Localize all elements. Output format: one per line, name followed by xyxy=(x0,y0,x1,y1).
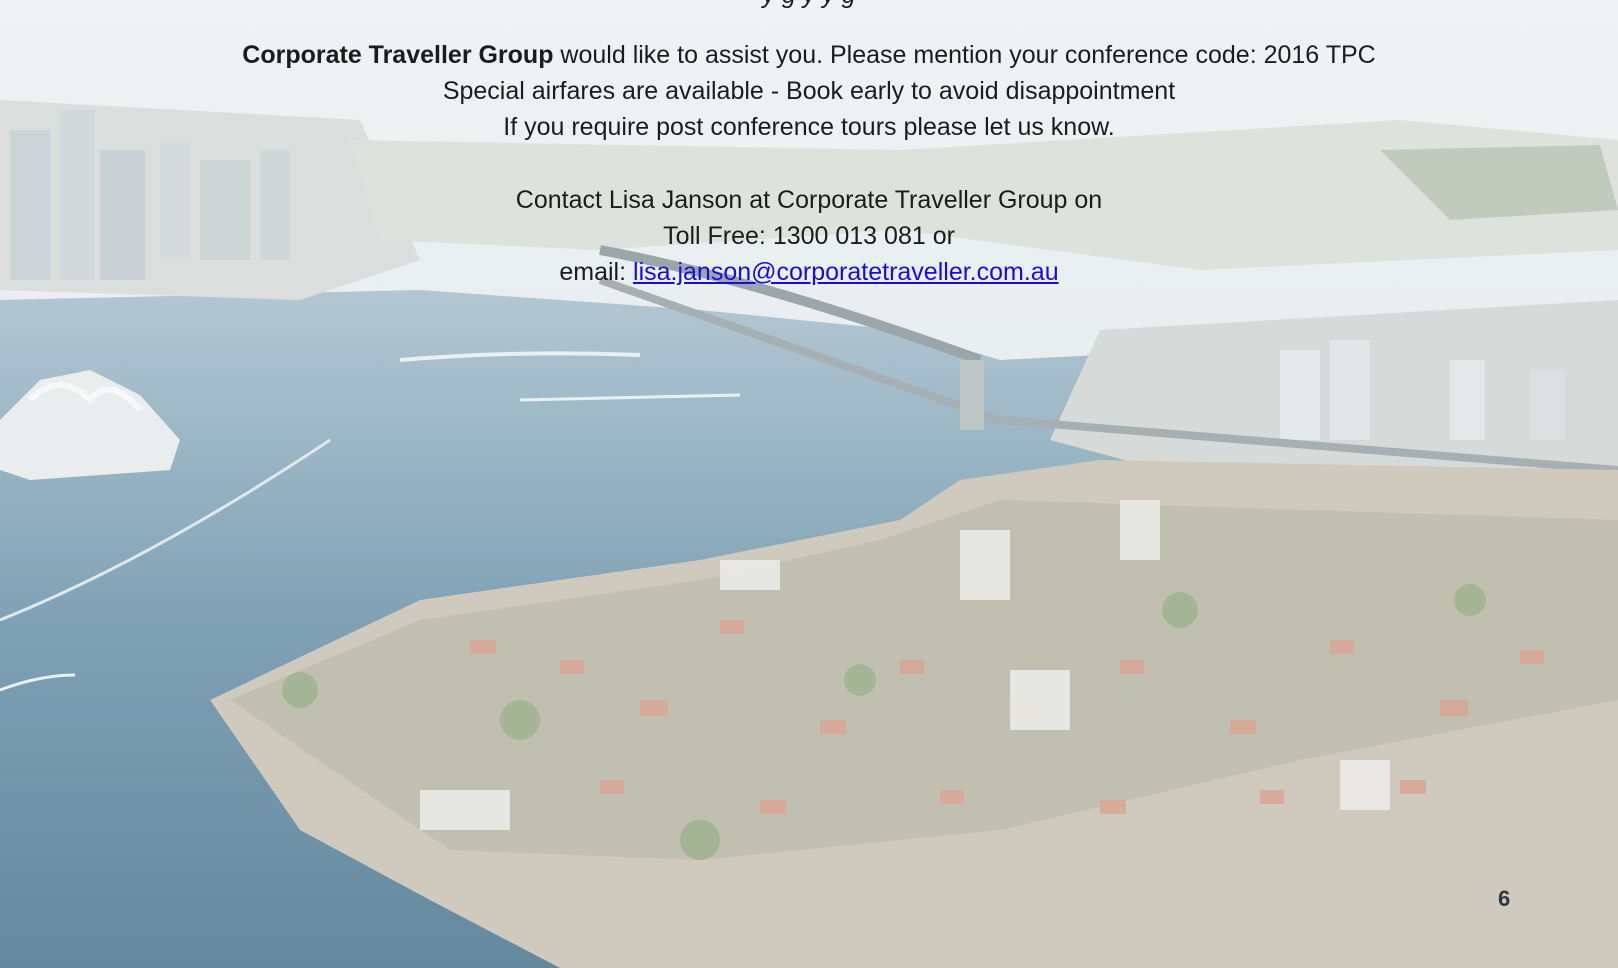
assist-line: Corporate Traveller Group would like to … xyxy=(0,40,1618,70)
email-label: email: xyxy=(559,258,634,286)
company-name: Corporate Traveller Group xyxy=(242,41,554,69)
email-line: email: lisa.janson@corporatetraveller.co… xyxy=(0,257,1618,287)
email-link[interactable]: lisa.janson@corporatetraveller.com.au xyxy=(633,258,1059,286)
contact-line: Contact Lisa Janson at Corporate Travell… xyxy=(515,186,1103,214)
toll-free-line: Toll Free: 1300 013 081 or xyxy=(663,222,955,250)
assist-text: would like to assist you. Please mention… xyxy=(553,41,1376,69)
photo-wash-overlay xyxy=(0,0,1618,968)
special-airfares-line: Special airfares are available - Book ea… xyxy=(442,77,1176,105)
cut-off-heading-text: y g y y g xyxy=(0,0,1618,10)
page-number: 6 xyxy=(1498,886,1511,911)
post-conference-line: If you require post conference tours ple… xyxy=(503,113,1115,141)
